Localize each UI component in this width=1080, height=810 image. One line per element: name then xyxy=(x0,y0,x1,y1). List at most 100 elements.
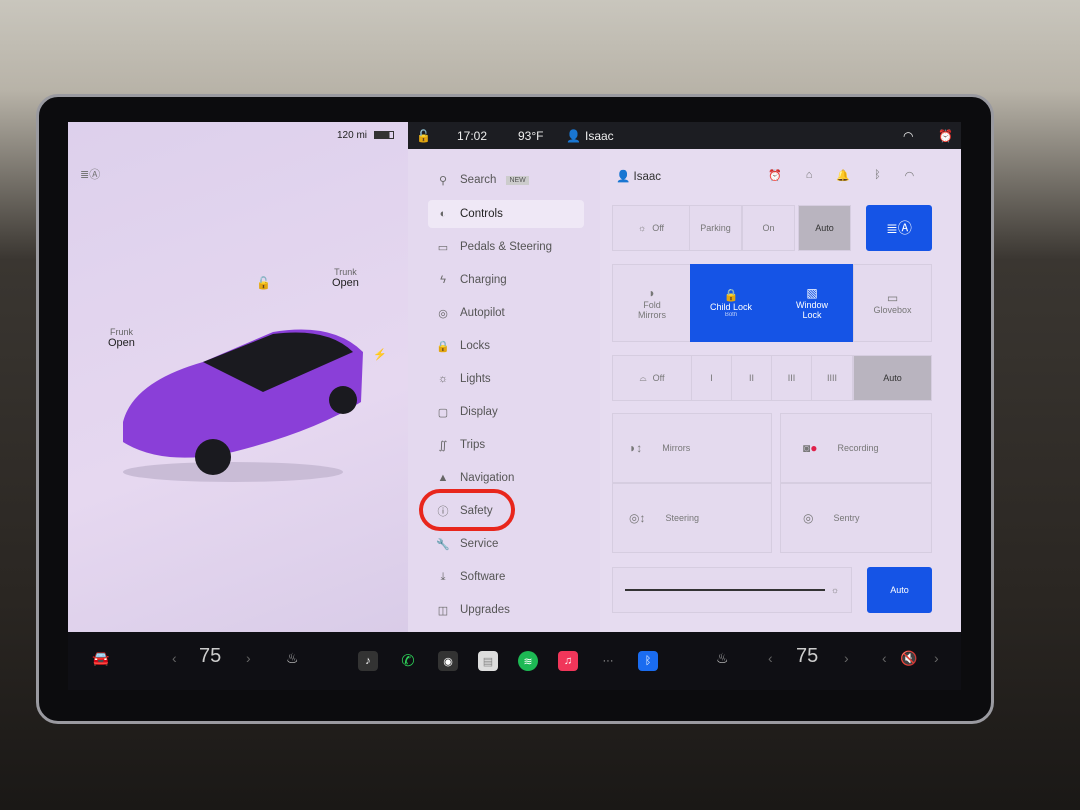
settings-menu: ⚲ Search NEW ◐ Controls ▭ Pedals & Steering … xyxy=(408,149,600,632)
child-lock-button[interactable]: 🔒 Child Lock Both xyxy=(690,264,772,342)
lock-status-icon[interactable]: 🔓 xyxy=(416,129,431,143)
menu-item-controls[interactable]: ◐ Controls xyxy=(428,200,584,228)
menu-item-locks[interactable]: 🔒 Locks xyxy=(428,332,584,360)
glovebox-button[interactable]: ▭ Glovebox xyxy=(853,264,932,342)
auto-high-beam-icon: ≣Ⓐ xyxy=(886,220,912,236)
menu-item-trips[interactable]: ∬ Trips xyxy=(428,431,584,459)
passenger-temp-up[interactable]: › xyxy=(844,650,849,666)
wipers-auto-button[interactable]: Auto xyxy=(853,355,932,401)
menu-item-lights[interactable]: ☼ Lights xyxy=(428,365,584,393)
fold-mirrors-button[interactable]: ◗ Fold Mirrors xyxy=(612,264,692,342)
unlock-icon[interactable]: 🔓 xyxy=(256,276,271,290)
driver-temp-down[interactable]: ‹ xyxy=(172,650,177,666)
brightness-icon: ☼ xyxy=(830,585,840,595)
trips-icon: ∬ xyxy=(438,439,448,452)
sublabel: Both xyxy=(724,312,738,318)
alarm-icon: ⏰ xyxy=(938,129,953,143)
auto-high-beam-button[interactable]: ≣Ⓐ xyxy=(866,205,932,251)
menu-item-charging[interactable]: ϟ Charging xyxy=(428,266,584,294)
alarm-icon[interactable]: ⏰ xyxy=(768,169,782,182)
child-lock-icon: 🔒 xyxy=(723,288,739,302)
bluetooth-icon[interactable]: ᛒ xyxy=(874,169,881,182)
calendar-icon[interactable]: ▤ xyxy=(478,651,498,671)
slider-track[interactable] xyxy=(624,589,825,591)
menu-label: Service xyxy=(460,538,499,550)
garage-icon[interactable]: ⌂ xyxy=(806,169,813,182)
profile-header[interactable]: 👤 Isaac xyxy=(616,169,661,183)
sentry-icon: ◎ xyxy=(803,511,814,525)
car-icon: ▭ xyxy=(437,241,449,254)
more-icon[interactable]: ··· xyxy=(598,651,618,671)
navigation-icon: ▲ xyxy=(437,472,449,484)
bell-icon[interactable]: 🔔 xyxy=(836,169,850,182)
label: Sentry xyxy=(833,513,860,523)
user-icon: 👤 xyxy=(566,129,581,143)
menu-label: Trips xyxy=(460,439,486,451)
window-lock-icon: ▧ xyxy=(806,286,818,300)
search-button[interactable]: ⚲ Search NEW xyxy=(428,166,584,194)
lights-parking-button[interactable]: Parking xyxy=(689,205,742,251)
lights-on-button[interactable]: On xyxy=(742,205,795,251)
wipers-speed-3[interactable]: III xyxy=(771,355,812,401)
menu-item-pedals-steering[interactable]: ▭ Pedals & Steering xyxy=(428,233,584,261)
search-label: Search xyxy=(460,174,497,186)
menu-label: Autopilot xyxy=(460,307,505,319)
recording-button[interactable]: ◙● Recording xyxy=(780,413,932,483)
auto-headlight-icon: ≣Ⓐ xyxy=(80,169,101,181)
wipers-speed-4[interactable]: IIII xyxy=(811,355,853,401)
window-lock-button[interactable]: ▧ Window Lock xyxy=(771,264,853,342)
phone-icon[interactable]: ✆ xyxy=(398,651,418,671)
car-icon[interactable]: 🚘 xyxy=(92,650,109,667)
menu-item-service[interactable]: 🔧 Service xyxy=(428,530,584,558)
bluetooth-icon[interactable]: ᛒ xyxy=(638,651,658,671)
driver-temp-up[interactable]: › xyxy=(246,650,251,666)
wrench-icon: 🔧 xyxy=(436,538,450,551)
music-app-icon[interactable]: ♪ xyxy=(358,651,378,671)
steering-adjust-button[interactable]: ◎↕ Steering xyxy=(612,483,772,553)
wipers-speed-2[interactable]: II xyxy=(731,355,772,401)
menu-label: Controls xyxy=(460,208,503,220)
brightness-slider[interactable]: ☼ xyxy=(612,567,852,613)
passenger-temp[interactable]: 75 xyxy=(796,645,818,668)
status-bar: 🔓 17:02 93°F 👤 Isaac ◠ ⏰ xyxy=(408,122,961,149)
trunk-button[interactable]: Trunk Open xyxy=(332,267,359,289)
brightness-auto-button[interactable]: Auto xyxy=(867,567,932,613)
lock-icon: 🔒 xyxy=(436,340,450,353)
sentry-button[interactable]: ◎ Sentry xyxy=(780,483,932,553)
bag-icon: ◫ xyxy=(437,604,449,617)
wifi-icon[interactable]: ◠ xyxy=(905,169,915,182)
header-icons: ⏰ ⌂ 🔔 ᛒ ◠ xyxy=(768,169,914,182)
car-panel: ≣Ⓐ 120 mi Frunk Open Trunk Open 🔓 ⚡ xyxy=(68,122,408,632)
bottom-dock: 🚘 ‹ 75 › ♨ ♪ ✆ ◉ ▤ ≋ ♫ ··· ᛒ ♨ ‹ 75 › ‹ … xyxy=(68,632,961,690)
menu-item-upgrades[interactable]: ◫ Upgrades xyxy=(428,596,584,624)
spotify-icon[interactable]: ≋ xyxy=(518,651,538,671)
menu-label: Lights xyxy=(460,373,491,385)
charge-port-bolt-icon[interactable]: ⚡ xyxy=(373,348,387,361)
menu-label: Display xyxy=(460,406,498,418)
lights-auto-button[interactable]: Auto xyxy=(798,205,851,251)
menu-item-display[interactable]: ▢ Display xyxy=(428,398,584,426)
apple-music-icon[interactable]: ♫ xyxy=(558,651,578,671)
mute-icon[interactable]: 🔇 xyxy=(900,650,917,667)
wipers-speed-1[interactable]: I xyxy=(691,355,732,401)
seat-heater-left-icon[interactable]: ♨ xyxy=(286,650,299,667)
label: Fold Mirrors xyxy=(638,300,666,320)
mirrors-adjust-button[interactable]: ◗↕ Mirrors xyxy=(612,413,772,483)
volume-down[interactable]: ‹ xyxy=(882,650,887,666)
seat-heater-right-icon[interactable]: ♨ xyxy=(716,650,729,667)
menu-item-software[interactable]: ⤓ Software xyxy=(428,563,584,591)
controls-panel: 👤 Isaac ⏰ ⌂ 🔔 ᛒ ◠ ☼ Off Parking On Auto ≣Ⓐ ◗ F… xyxy=(600,149,961,632)
passenger-temp-down[interactable]: ‹ xyxy=(768,650,773,666)
menu-item-navigation[interactable]: ▲ Navigation xyxy=(428,464,584,492)
label: Recording xyxy=(837,443,879,453)
menu-item-autopilot[interactable]: ◎ Autopilot xyxy=(428,299,584,327)
camera-icon[interactable]: ◉ xyxy=(438,651,458,671)
menu-label: Charging xyxy=(460,274,507,286)
toggle-icon: ◐ xyxy=(439,208,447,220)
wifi-icon: ◠ xyxy=(903,129,914,143)
lights-off-button[interactable]: ☼ Off xyxy=(612,205,690,251)
driver-temp[interactable]: 75 xyxy=(199,645,221,668)
wipers-off-button[interactable]: ⌓ Off xyxy=(612,355,692,401)
volume-up[interactable]: › xyxy=(934,650,939,666)
user-name[interactable]: Isaac xyxy=(585,129,614,143)
